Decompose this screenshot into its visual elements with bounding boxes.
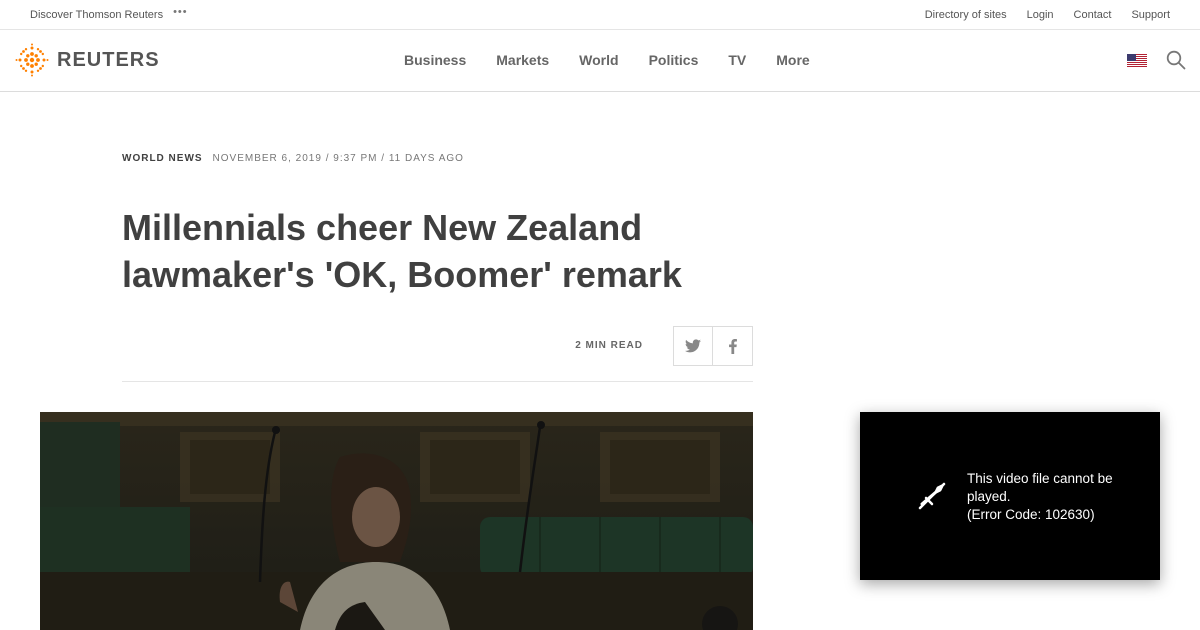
video-unavailable-icon: [918, 482, 946, 510]
main-nav: REUTERS Business Markets World Politics …: [0, 30, 1200, 92]
facebook-share-button[interactable]: [713, 326, 753, 366]
nav-menu: Business Markets World Politics TV More: [404, 52, 810, 68]
discover-menu[interactable]: Discover Thomson Reuters •••: [30, 6, 188, 21]
contact-link[interactable]: Contact: [1074, 9, 1112, 21]
nav-item-business[interactable]: Business: [404, 52, 466, 68]
article-toolbar: 2 MIN READ: [122, 326, 753, 382]
more-dots-icon[interactable]: •••: [173, 6, 188, 18]
twitter-icon: [685, 339, 701, 353]
utility-bar: Discover Thomson Reuters ••• Directory o…: [0, 0, 1200, 30]
nav-item-tv[interactable]: TV: [728, 52, 746, 68]
login-link[interactable]: Login: [1027, 9, 1054, 21]
discover-label[interactable]: Discover Thomson Reuters: [30, 9, 163, 21]
lead-video-still[interactable]: [40, 412, 753, 630]
video-error-code: (Error Code: 102630): [967, 507, 1095, 522]
nav-item-markets[interactable]: Markets: [496, 52, 549, 68]
us-flag-icon[interactable]: [1127, 54, 1147, 67]
brand-name: REUTERS: [57, 48, 160, 71]
article-headline: Millennials cheer New Zealand lawmaker's…: [122, 207, 682, 295]
facebook-icon: [728, 338, 737, 354]
directory-link[interactable]: Directory of sites: [925, 9, 1007, 21]
video-error-text: This video file cannot be played.: [967, 471, 1113, 504]
twitter-share-button[interactable]: [673, 326, 713, 366]
reuters-dots-logo-icon: [15, 43, 49, 77]
utility-links: Directory of sites Login Contact Support: [925, 9, 1170, 21]
nav-item-politics[interactable]: Politics: [649, 52, 699, 68]
article-meta: WORLD NEWS NOVEMBER 6, 2019 / 9:37 PM / …: [122, 153, 464, 164]
floating-video-player[interactable]: This video file cannot be played. (Error…: [860, 412, 1160, 580]
reuters-logo[interactable]: REUTERS: [15, 43, 160, 77]
search-icon[interactable]: [1166, 50, 1186, 70]
section-label[interactable]: WORLD NEWS: [122, 153, 203, 164]
article-date: NOVEMBER 6, 2019 / 9:37 PM / 11 DAYS AGO: [212, 153, 464, 164]
video-error-message: This video file cannot be played. (Error…: [967, 470, 1127, 524]
parliament-photo: [40, 412, 753, 630]
nav-item-world[interactable]: World: [579, 52, 618, 68]
read-time: 2 MIN READ: [575, 340, 643, 351]
nav-item-more[interactable]: More: [776, 52, 809, 68]
support-link[interactable]: Support: [1131, 9, 1170, 21]
